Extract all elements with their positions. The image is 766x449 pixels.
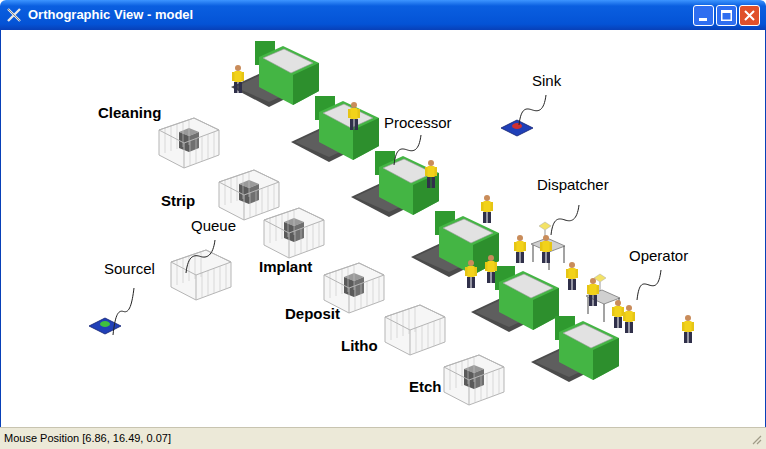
operator-figure[interactable] [465,260,477,288]
object-label: Implant [259,258,312,276]
queue-crate[interactable] [219,170,279,220]
label-pointer [186,240,215,273]
window-title: Orthographic View - model [28,5,193,25]
close-icon [744,10,755,21]
minimize-button[interactable] [693,5,714,26]
queue-crate[interactable] [171,250,231,300]
operator-figure[interactable] [587,278,599,306]
object-label: Deposit [285,305,340,323]
object-label: Queue [191,217,236,235]
app-icon [6,7,22,23]
operator-figure[interactable] [348,102,360,130]
processor[interactable] [231,41,319,107]
dispatcher[interactable] [531,222,565,270]
label-pointer [113,288,134,335]
title-bar[interactable]: Orthographic View - model [0,0,766,30]
sink-pad[interactable] [501,120,533,136]
operator-figure[interactable] [612,300,624,328]
maximize-button[interactable] [716,5,737,26]
object-label: Litho [341,337,378,355]
scene-drawing [1,30,765,427]
maximize-icon [721,10,732,21]
processor[interactable] [471,266,559,332]
object-label: Sink [532,72,561,90]
label-pointer [637,270,661,300]
operator-figure[interactable] [425,160,437,188]
queue-crate[interactable] [385,305,445,355]
label-pointer [394,135,421,165]
object-label: Operator [629,247,688,265]
processor[interactable] [411,211,499,277]
operator-figure[interactable] [682,315,694,343]
object-label: Processor [384,114,452,132]
queue-crate[interactable] [159,118,219,168]
processor[interactable] [291,96,379,162]
queue-crate[interactable] [264,208,324,258]
operator-figure[interactable] [485,255,497,283]
object-label: Cleaning [98,104,161,122]
minimize-icon [699,18,708,21]
operator-figure[interactable] [566,262,578,290]
label-pointer [519,95,546,125]
label-pointer [551,205,579,235]
object-label: Strip [161,192,195,210]
object-label: Etch [409,378,442,396]
close-button[interactable] [739,5,760,26]
orthographic-view-window: Orthographic View - model Cleaning Strip Qu… [0,0,766,449]
viewport-canvas[interactable]: Cleaning Strip Queue Sourcel Implant DepositL… [0,30,766,427]
operator-figure[interactable] [623,305,635,333]
source-pad[interactable] [89,318,121,334]
operator-figure[interactable] [540,235,552,263]
operator-figure[interactable] [481,195,493,223]
queue-crate[interactable] [444,355,504,405]
operator-figure[interactable] [232,65,244,93]
status-bar: Mouse Position [6.86, 16.49, 0.07] [0,427,766,449]
processor[interactable] [531,316,619,382]
object-label: Sourcel [104,260,155,278]
resize-grip-icon[interactable] [750,433,762,445]
operator-figure[interactable] [514,235,526,263]
status-text: Mouse Position [6.86, 16.49, 0.07] [4,430,171,447]
object-label: Dispatcher [537,176,609,194]
